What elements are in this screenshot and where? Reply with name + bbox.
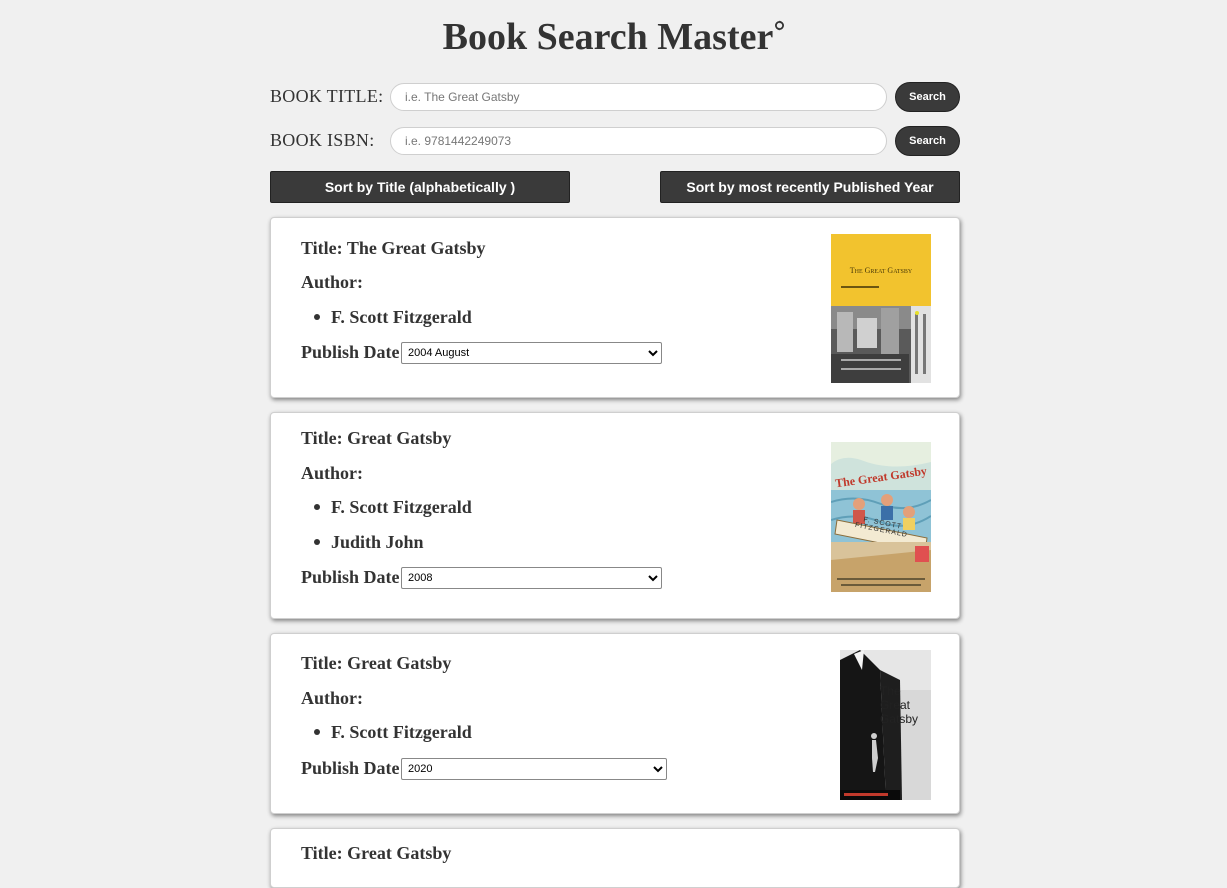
publish-date-select[interactable]: 2008 (401, 567, 662, 589)
publish-date-select[interactable]: 2020 (401, 758, 667, 780)
sort-by-title-button[interactable]: Sort by Title (alphabetically ) (270, 171, 570, 203)
author-label: Author: (301, 463, 363, 483)
sort-by-year-button[interactable]: Sort by most recently Published Year (660, 171, 960, 203)
book-title: Title: Great Gatsby (301, 428, 451, 448)
isbn-search-button[interactable]: Search (895, 126, 960, 156)
app-title-text: Book Search Master (442, 16, 774, 58)
isbn-search-row: BOOK ISBN: Search (270, 126, 960, 157)
author-label: Author: (301, 272, 363, 292)
title-prefix: Title: (301, 843, 343, 863)
book-title-value: Great Gatsby (347, 428, 452, 448)
book-title-input[interactable] (390, 83, 887, 111)
author-item: F. Scott Fitzgerald (314, 307, 472, 327)
cover-title-text: The Great Gatsby (880, 684, 919, 726)
author-label: Author: (301, 688, 363, 708)
author-item: F. Scott Fitzgerald (314, 722, 472, 742)
app-title: Book Search Master (0, 14, 1227, 60)
publish-date-select[interactable]: 2004 August (401, 342, 662, 364)
book-title-value: The Great Gatsby (346, 238, 486, 258)
book-isbn-label: BOOK ISBN: (270, 130, 375, 150)
title-prefix: Title: (301, 238, 343, 258)
title-prefix: Title: (301, 653, 343, 673)
result-card: Title: Great Gatsby Author: F. Scott Fit… (270, 412, 960, 619)
result-card: Title: The Great Gatsby Author: F. Scott… (270, 217, 960, 398)
cover-title-text: The Great Gatsby (849, 266, 913, 275)
book-title-value: Great Gatsby (347, 653, 452, 673)
book-cover-image: The Great Gatsby (831, 234, 931, 383)
book-title-value: Great Gatsby (347, 843, 452, 863)
title-prefix: Title: (301, 428, 343, 448)
book-title: Title: Great Gatsby (301, 653, 451, 673)
publish-date-label: Publish Date: (301, 758, 406, 778)
book-title: Title: The Great Gatsby (301, 238, 486, 258)
book-cover-image: The Great Gatsby (840, 650, 931, 800)
book-cover-image: The Great Gatsby F. Scott Fitzgerald (831, 442, 931, 592)
author-item: F. Scott Fitzgerald (314, 497, 472, 517)
refresh-logo-icon (774, 0, 785, 31)
author-item: Judith John (314, 532, 424, 552)
publish-date-label: Publish Date: (301, 342, 406, 362)
book-title: Title: Great Gatsby (301, 843, 451, 863)
title-search-row: BOOK TITLE: Search (270, 82, 960, 113)
publish-date-label: Publish Date: (301, 567, 406, 587)
book-isbn-input[interactable] (390, 127, 887, 155)
result-card: Title: Great Gatsby Author: F. Scott Fit… (270, 633, 960, 814)
book-title-label: BOOK TITLE: (270, 86, 384, 106)
result-card: Title: Great Gatsby (270, 828, 960, 888)
title-search-button[interactable]: Search (895, 82, 960, 112)
